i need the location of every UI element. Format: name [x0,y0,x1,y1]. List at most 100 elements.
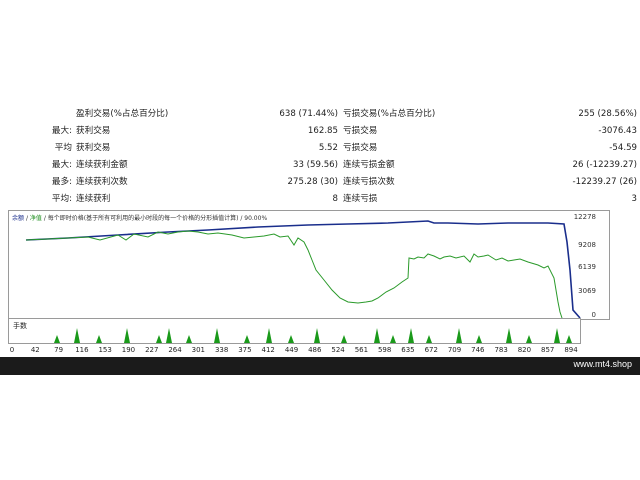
x-tick: 486 [308,346,322,354]
x-tick: 709 [447,346,462,354]
x-tick: 449 [284,346,299,354]
volume-spike [341,335,347,343]
x-tick: 116 [75,346,89,354]
row-value-right: -54.59 [609,143,637,153]
row-value-right: 3 [631,194,637,204]
row-label-left: 连续获利次数 [76,177,128,187]
volume-spike [54,335,60,343]
row-value-left: 33 (59.56) [293,160,338,170]
x-tick: 820 [517,346,532,354]
volume-spike [456,328,462,343]
x-tick: 561 [354,346,369,354]
plot-frame [8,210,610,320]
row-label-right: 亏损交易 [343,143,378,153]
y-tick: 9208 [578,241,596,249]
x-tick: 894 [564,346,578,354]
row-label-left: 连续获利 [76,194,111,204]
x-tick: 598 [377,346,392,354]
volume-chart: 手数 [8,318,581,344]
volume-spike [124,328,130,343]
watermark-bar: www.mt4.shop [0,357,640,375]
row-label-left: 盈利交易(%占总百分比) [76,109,169,119]
x-tick: 635 [401,346,415,354]
brand-text: www.mt4.shop [573,359,632,369]
row-prefix: 平均: [51,194,72,204]
volume-spike [374,328,380,343]
x-tick: 79 [54,346,64,354]
row-label-right: 连续亏损金额 [343,160,395,170]
volume-spike [186,335,192,343]
volume-spike [554,328,560,343]
volume-spike [526,335,532,343]
volume-spike [390,335,396,343]
legend-note: 每个即时价格(基于所有可利用的最小时段的每一个价格的分形插值计算) / 90.0… [47,215,268,222]
x-tick: 338 [214,346,229,354]
x-tick: 783 [494,346,508,354]
stats-row: 平均 获利交易 5.52 亏损交易 -54.59 [0,140,640,157]
x-tick: 412 [261,346,275,354]
row-label-left: 获利交易 [76,126,111,136]
volume-spike [314,328,320,343]
row-label-right: 亏损交易 [343,126,378,136]
stats-row: 盈利交易(%占总百分比) 638 (71.44%) 亏损交易(%占总百分比) 2… [0,106,640,123]
x-tick: 42 [30,346,40,354]
x-tick: 190 [121,346,136,354]
stats-row: 最多: 连续获利次数 275.28 (30) 连续亏损次数 -12239.27 … [0,174,640,191]
stats-row: 最大: 连续获利金额 33 (59.56) 连续亏损金额 26 (-12239.… [0,157,640,174]
volume-spike [408,328,414,343]
x-tick: 746 [471,346,485,354]
row-prefix: 最多: [51,177,72,187]
x-tick: 227 [145,346,159,354]
row-value-left: 5.52 [318,143,338,153]
row-label-left: 连续获利金额 [76,160,128,170]
volume-spike [506,328,512,343]
volume-bars [54,328,572,343]
row-value-left: 8 [332,194,338,204]
x-tick: 375 [238,346,252,354]
row-value-right: 26 (-12239.27) [572,160,637,170]
volume-spike [266,328,272,343]
x-tick: 264 [168,346,182,354]
stats-row: 平均: 连续获利 8 连续亏损 3 [0,191,640,208]
row-value-left: 638 (71.44%) [279,109,338,119]
volume-spike [214,328,220,343]
row-label-right: 亏损交易(%占总百分比) [343,109,436,119]
test-results-table: 盈利交易(%占总百分比) 638 (71.44%) 亏损交易(%占总百分比) 2… [0,106,640,208]
stats-row: 最大: 获利交易 162.85 亏损交易 -3076.43 [0,123,640,140]
volume-spike [288,335,294,343]
row-prefix: 平均 [54,143,72,153]
row-prefix: 最大: [51,126,72,136]
row-label-right: 连续亏损次数 [343,177,395,187]
x-tick: 153 [98,346,112,354]
volume-spike [166,328,172,343]
x-tick: 524 [331,346,345,354]
x-axis: 0 42 79 116 153 190 227 264 301 338 375 412 449 486 52… [0,346,640,356]
balance-equity-chart: 余额 / 净值 / 每个即时价格(基于所有可利用的最小时段的每一个价格的分形插值… [8,210,610,320]
row-value-right: -3076.43 [598,126,637,136]
y-tick: 0 [591,311,596,319]
row-prefix: 最大: [51,160,72,170]
volume-label: 手数 [13,322,27,330]
row-value-left: 275.28 (30) [287,177,338,187]
x-tick: 857 [541,346,555,354]
volume-spike [96,335,102,343]
row-label-right: 连续亏损 [343,194,378,204]
volume-spike [566,335,572,343]
x-tick: 301 [191,346,206,354]
row-label-left: 获利交易 [76,143,111,153]
volume-spike [156,335,162,343]
volume-spike [426,335,432,343]
row-value-left: 162.85 [307,126,338,136]
chart-legend: 余额 / 净值 / 每个即时价格(基于所有可利用的最小时段的每一个价格的分形插值… [12,215,268,222]
row-value-right: -12239.27 (26) [572,177,637,187]
x-tick: 672 [424,346,438,354]
row-value-right: 255 (28.56%) [578,109,637,119]
x-tick: 0 [9,346,15,354]
volume-spike [244,335,250,343]
volume-spike [74,328,80,343]
y-tick: 6139 [578,263,596,271]
volume-spike [476,335,482,343]
y-tick: 3069 [578,287,596,295]
legend-balance: 余额 [12,215,25,222]
legend-equity: 净值 [29,215,42,222]
